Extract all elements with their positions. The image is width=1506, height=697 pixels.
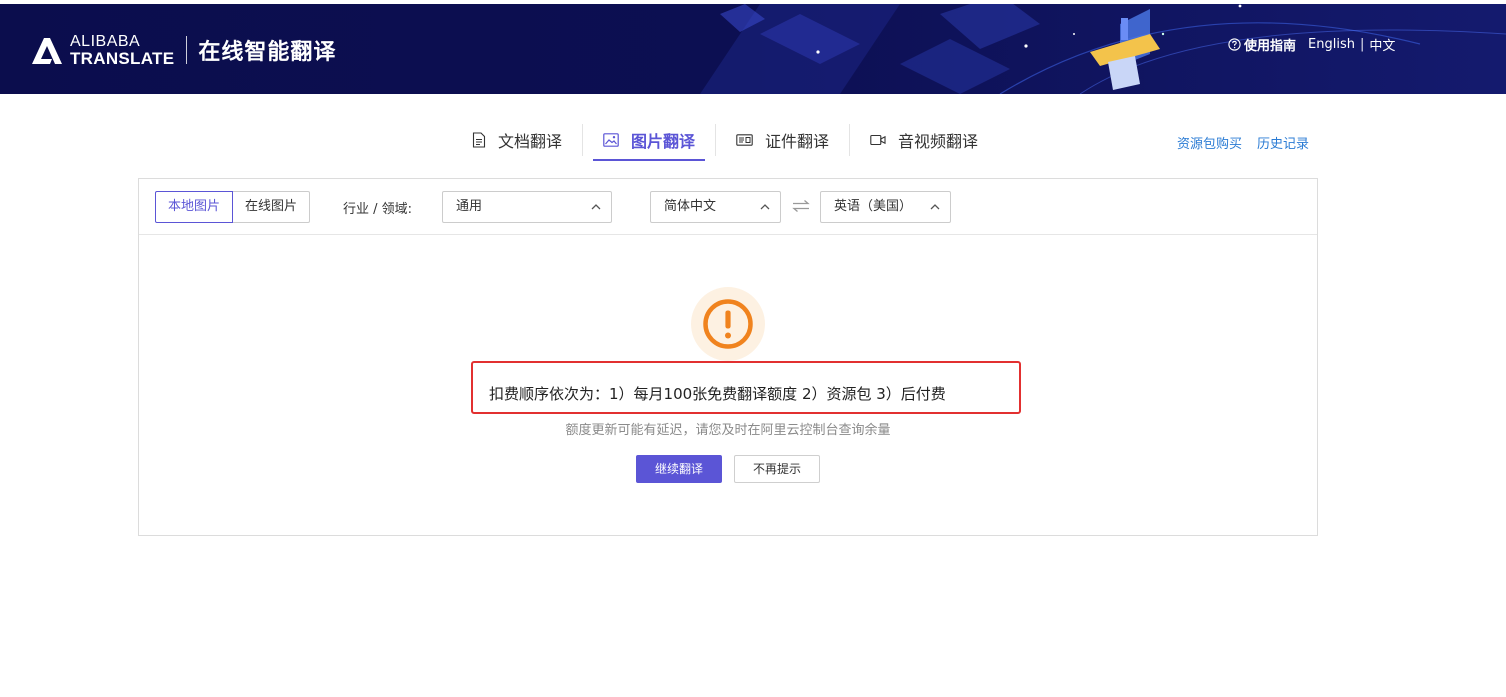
header-actions: 使用指南 English | 中文 bbox=[1228, 35, 1395, 54]
tab-label: 音视频翻译 bbox=[898, 132, 979, 151]
id-card-icon bbox=[736, 134, 753, 146]
image-icon bbox=[603, 133, 619, 147]
billing-order-message: 扣费顺序依次为：1）每月100张免费翻译额度 2）资源包 3）后付费 bbox=[489, 385, 946, 403]
local-image-button[interactable]: 本地图片 bbox=[155, 191, 234, 223]
chevron-up-icon bbox=[930, 204, 940, 210]
tab-image-translation[interactable]: 图片翻译 bbox=[593, 120, 706, 161]
industry-label: 行业 / 领域: bbox=[343, 202, 413, 217]
video-icon bbox=[870, 134, 886, 146]
logo-mark-icon bbox=[32, 38, 62, 64]
lang-english-link[interactable]: English bbox=[1308, 37, 1355, 52]
help-guide-label: 使用指南 bbox=[1244, 39, 1297, 54]
industry-select-value: 通用 bbox=[456, 199, 483, 214]
industry-select[interactable]: 通用 bbox=[442, 191, 612, 223]
lang-chinese-link[interactable]: 中文 bbox=[1369, 35, 1395, 54]
tab-label: 图片翻译 bbox=[631, 132, 696, 151]
dont-show-again-button[interactable]: 不再提示 bbox=[734, 455, 820, 483]
source-language-select[interactable]: 简体中文 bbox=[650, 191, 781, 223]
online-image-button[interactable]: 在线图片 bbox=[233, 191, 311, 223]
tab-document-translation[interactable]: 文档翻译 bbox=[462, 120, 572, 160]
logo-wordmark: ALIBABA TRANSLATE bbox=[70, 33, 174, 67]
side-links: 资源包购买 历史记录 bbox=[1177, 133, 1309, 152]
tab-divider bbox=[849, 124, 851, 156]
tab-divider bbox=[582, 124, 584, 156]
logo-line-1: ALIBABA bbox=[70, 33, 141, 50]
alibaba-translate-logo[interactable]: ALIBABA TRANSLATE 在线智能翻译 bbox=[28, 32, 336, 68]
lang-separator: | bbox=[1359, 37, 1365, 52]
buy-resource-pack-link[interactable]: 资源包购买 bbox=[1177, 133, 1242, 152]
tab-av-translation[interactable]: 音视频翻译 bbox=[860, 120, 988, 160]
translation-panel: 本地图片 在线图片 行业 / 领域: 通用 简体中文 英语（美国） 扣费顺序依次… bbox=[138, 178, 1318, 536]
logo-line-2: TRANSLATE bbox=[70, 49, 175, 68]
warning-icon-badge bbox=[691, 287, 765, 361]
logo-divider bbox=[186, 36, 188, 64]
translation-type-tabs: 文档翻译 图片翻译 证件翻译 音视频翻译 bbox=[462, 120, 988, 161]
target-language-select[interactable]: 英语（美国） bbox=[820, 191, 951, 223]
options-toolbar: 本地图片 在线图片 行业 / 领域: 通用 简体中文 英语（美国） bbox=[139, 179, 1317, 235]
tab-label: 文档翻译 bbox=[498, 132, 563, 151]
tab-divider bbox=[715, 124, 717, 156]
quota-delay-note: 额度更新可能有延迟，请您及时在阿里云控制台查询余量 bbox=[565, 423, 891, 438]
image-source-toggle: 本地图片 在线图片 bbox=[155, 191, 311, 223]
site-title: 在线智能翻译 bbox=[198, 40, 337, 65]
tab-id-translation[interactable]: 证件翻译 bbox=[726, 120, 839, 160]
chevron-up-icon bbox=[591, 204, 601, 210]
target-language-value: 英语（美国） bbox=[834, 199, 913, 214]
swap-languages-icon[interactable] bbox=[792, 199, 810, 213]
continue-translation-button[interactable]: 继续翻译 bbox=[636, 455, 722, 483]
top-banner: ALIBABA TRANSLATE 在线智能翻译 使用指南 English | … bbox=[0, 4, 1506, 94]
source-language-value: 简体中文 bbox=[664, 199, 717, 214]
chevron-up-icon bbox=[760, 204, 770, 210]
history-link[interactable]: 历史记录 bbox=[1257, 133, 1309, 152]
tab-label: 证件翻译 bbox=[765, 132, 830, 151]
warning-exclamation-icon bbox=[703, 299, 753, 349]
help-circle-icon bbox=[1228, 38, 1241, 51]
document-icon bbox=[472, 132, 486, 148]
help-guide-link[interactable]: 使用指南 bbox=[1228, 35, 1296, 54]
